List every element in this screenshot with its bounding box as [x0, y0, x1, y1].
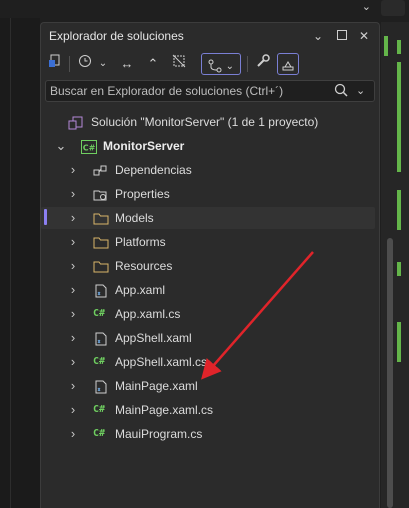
- csharp-project-icon: C#: [81, 139, 97, 154]
- tree-item-label: App.xaml.cs: [115, 307, 181, 321]
- change-marker: [384, 36, 388, 56]
- tree-row-appshell-xaml-cs[interactable]: › C# AppShell.xaml.cs: [41, 351, 375, 373]
- csharp-file-icon: C#: [93, 308, 106, 319]
- chevron-right-icon[interactable]: ›: [67, 303, 79, 325]
- history-icon[interactable]: [75, 53, 95, 75]
- solution-label: Solución "MonitorServer" (1 de 1 proyect…: [91, 115, 319, 129]
- svg-text:C#: C#: [83, 144, 96, 153]
- tree-row-dependencias[interactable]: › Dependencias: [41, 159, 375, 181]
- properties-wrench-icon[interactable]: [253, 53, 273, 75]
- csharp-file-icon: C#: [93, 356, 106, 367]
- tree-item-label: Properties: [115, 187, 170, 201]
- tree-item-label: MauiProgram.cs: [115, 427, 203, 441]
- search-input[interactable]: [50, 83, 330, 99]
- tree-item-label: App.xaml: [115, 283, 166, 297]
- chevron-down-icon[interactable]: ⌄: [55, 135, 67, 157]
- collapse-all-icon[interactable]: ⌃: [143, 53, 163, 75]
- change-marker: [397, 262, 401, 276]
- tree-row-mainpage-xaml[interactable]: › MainPage.xaml: [41, 375, 375, 397]
- git-filter-button[interactable]: ⌄: [201, 53, 241, 75]
- panel-title: Explorador de soluciones: [49, 29, 184, 43]
- panel-toolbar: ⌄ ↔ ⌃ ⌄: [41, 51, 379, 77]
- editor-area: [0, 18, 40, 508]
- solution-explorer-panel: Explorador de soluciones ⌄ ✕ ⌄ ↔ ⌃ ⌄ Bus…: [40, 22, 380, 508]
- change-marker: [397, 190, 401, 230]
- chevron-down-icon[interactable]: ⌄: [362, 0, 371, 13]
- chevron-right-icon[interactable]: ›: [67, 375, 79, 397]
- tree-item-label: Resources: [115, 259, 173, 273]
- tree-item-label: AppShell.xaml.cs: [115, 355, 208, 369]
- folder-icon: [93, 235, 109, 249]
- sync-with-active-document-icon[interactable]: [45, 53, 65, 75]
- chevron-right-icon[interactable]: ›: [67, 255, 79, 277]
- chevron-right-icon[interactable]: ›: [67, 183, 79, 205]
- chevron-right-icon[interactable]: ›: [67, 207, 79, 229]
- top-button[interactable]: [381, 0, 405, 16]
- tree-item-label: AppShell.xaml: [115, 331, 192, 345]
- tree-row-app-xaml[interactable]: › App.xaml: [41, 279, 375, 301]
- chevron-right-icon[interactable]: ›: [67, 279, 79, 301]
- scrollbar-track[interactable]: [381, 22, 409, 508]
- tree-row-resources[interactable]: › Resources: [41, 255, 375, 277]
- change-marker: [397, 62, 401, 172]
- tree-row-project[interactable]: ⌄ C# MonitorServer: [41, 135, 375, 157]
- chevron-right-icon[interactable]: ›: [67, 423, 79, 445]
- show-all-files-icon[interactable]: [169, 53, 189, 75]
- search-box[interactable]: ⌄: [45, 80, 375, 102]
- tree-item-label: Models: [115, 211, 154, 225]
- scrollbar-thumb[interactable]: [387, 238, 393, 508]
- chevron-right-icon[interactable]: ›: [67, 399, 79, 421]
- git-filter-dropdown-icon: ⌄: [225, 61, 234, 72]
- expand-horizontal-icon[interactable]: ↔: [117, 53, 137, 75]
- xaml-file-icon: [93, 283, 109, 298]
- chevron-right-icon[interactable]: ›: [67, 351, 79, 373]
- tree-item-label: MainPage.xaml: [115, 379, 198, 393]
- tree-row-platforms[interactable]: › Platforms: [41, 231, 375, 253]
- change-marker: [397, 322, 401, 362]
- xaml-file-icon: [93, 331, 109, 346]
- top-strip: ⌄: [0, 0, 409, 18]
- properties-icon: [93, 187, 109, 201]
- xaml-file-icon: [93, 379, 109, 394]
- chevron-right-icon[interactable]: ›: [67, 231, 79, 253]
- change-marker: [397, 40, 401, 54]
- tree-item-label: MainPage.xaml.cs: [115, 403, 214, 417]
- csharp-file-icon: C#: [93, 404, 106, 415]
- search-icon[interactable]: [334, 83, 350, 99]
- search-options-dropdown-icon[interactable]: ⌄: [356, 83, 368, 99]
- maximize-icon[interactable]: [333, 27, 351, 45]
- tree-item-label: Platforms: [115, 235, 166, 249]
- tree-row-solution[interactable]: Solución "MonitorServer" (1 de 1 proyect…: [41, 111, 375, 133]
- toolbar-separator: [69, 56, 70, 72]
- panel-titlebar: Explorador de soluciones ⌄ ✕: [41, 23, 379, 49]
- history-dropdown-icon[interactable]: ⌄: [97, 53, 109, 75]
- csharp-file-icon: C#: [93, 428, 106, 439]
- chevron-right-icon[interactable]: ›: [67, 159, 79, 181]
- tree-row-app-xaml-cs[interactable]: › C# App.xaml.cs: [41, 303, 375, 325]
- tree-row-appshell-xaml[interactable]: › AppShell.xaml: [41, 327, 375, 349]
- dependencies-icon: [93, 163, 109, 177]
- tree-item-label: Dependencias: [115, 163, 192, 177]
- tree-row-mauiprogram-cs[interactable]: › C# MauiProgram.cs: [41, 423, 375, 445]
- close-icon[interactable]: ✕: [355, 27, 373, 45]
- toolbar-separator: [247, 56, 248, 72]
- folder-icon: [93, 259, 109, 273]
- panel-options-icon[interactable]: ⌄: [309, 27, 327, 45]
- tree-row-mainpage-xaml-cs[interactable]: › C# MainPage.xaml.cs: [41, 399, 375, 421]
- editor-divider: [10, 18, 11, 508]
- folder-icon: [93, 211, 109, 225]
- preview-selected-items-button[interactable]: [277, 53, 299, 75]
- selection-indicator: [44, 209, 47, 225]
- tree-row-properties[interactable]: › Properties: [41, 183, 375, 205]
- solution-icon: [68, 115, 84, 130]
- chevron-right-icon[interactable]: ›: [67, 327, 79, 349]
- tree-row-models[interactable]: › Models: [41, 207, 375, 229]
- project-label: MonitorServer: [103, 139, 185, 153]
